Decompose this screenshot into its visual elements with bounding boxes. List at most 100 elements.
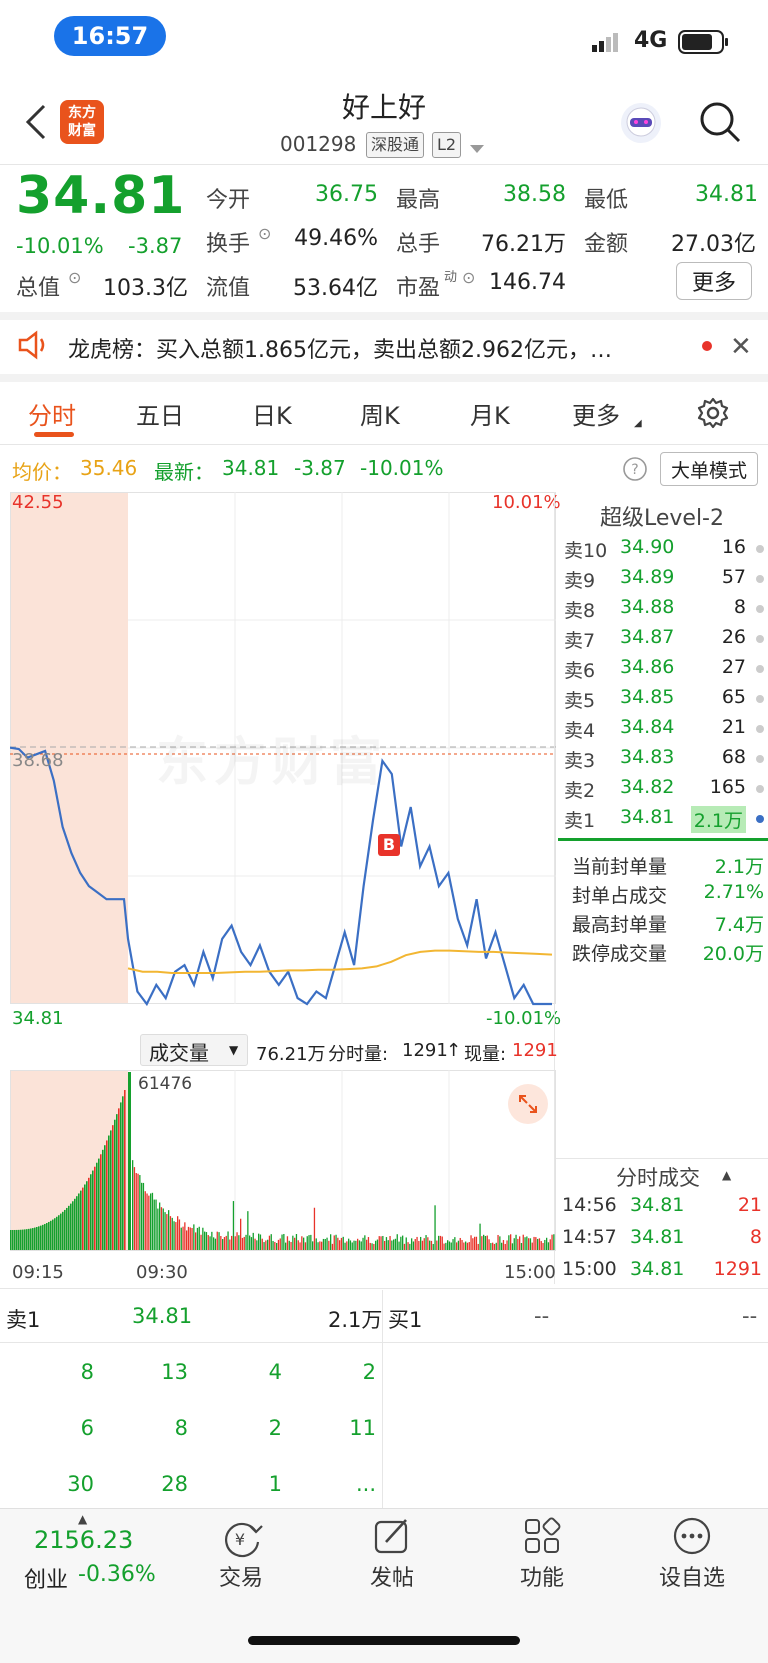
ask-row[interactable]: 卖7 34.87 26 [562, 626, 768, 654]
volume-bar [524, 1237, 526, 1250]
nav-add-watchlist[interactable]: 设自选 [632, 1560, 752, 1592]
signal-icon [592, 32, 622, 52]
ask-row[interactable]: 卖1 34.81 2.1万 [562, 806, 768, 834]
info-dots-icon[interactable]: ⊙ [258, 224, 271, 243]
robot-assistant-icon[interactable] [618, 100, 664, 150]
y-bottom-label: 34.81 [12, 1008, 64, 1029]
volume-bar [360, 1241, 362, 1250]
chevron-down-icon[interactable] [470, 140, 484, 159]
tab-intraday[interactable]: 分时 [28, 396, 76, 431]
volume-bar [486, 1235, 488, 1250]
index-value[interactable]: 2156.23 [34, 1526, 133, 1554]
level2-title[interactable]: 超级Level-2 [556, 500, 768, 532]
volume-bar [223, 1237, 226, 1250]
y-top-label: 42.55 [12, 492, 64, 513]
index-change[interactable]: -0.36% [78, 1562, 156, 1587]
ask-row[interactable]: 卖4 34.84 21 [562, 716, 768, 744]
ask-row[interactable]: 卖10 34.90 16 [562, 536, 768, 564]
volume-bar [184, 1222, 186, 1250]
volume-bar [423, 1238, 425, 1250]
gear-icon[interactable] [696, 396, 730, 434]
close-icon[interactable]: ✕ [730, 332, 752, 362]
ask-label: 卖10 [564, 540, 608, 562]
ask-row[interactable]: 卖9 34.89 57 [562, 566, 768, 594]
volume-bar [405, 1237, 407, 1250]
ask-volume: 8 [733, 596, 746, 618]
volume-bar [389, 1236, 391, 1250]
ask-dot-icon [756, 605, 764, 613]
ask-dot-icon [756, 815, 764, 823]
connect-tag: 深股通 [366, 132, 425, 158]
volume-selector[interactable]: 成交量 ▼ [140, 1034, 248, 1066]
volume-bar [272, 1240, 274, 1250]
volume-bar [267, 1239, 269, 1250]
volume-chart[interactable] [10, 1070, 556, 1258]
volume-bar [198, 1226, 200, 1250]
ask-row[interactable]: 卖6 34.86 27 [562, 656, 768, 684]
expand-icon[interactable] [508, 1084, 548, 1124]
volume-bar [470, 1235, 472, 1250]
ask-price: 34.83 [620, 746, 675, 768]
volume-bar [187, 1226, 190, 1250]
volume-bar [328, 1240, 330, 1250]
up-arrow-icon: ↑ [446, 1040, 462, 1061]
caret-up-icon: ▲ [78, 1512, 88, 1526]
volume-bar [268, 1235, 271, 1250]
nav-post[interactable]: 发帖 [332, 1560, 452, 1592]
tab-month-k[interactable]: 月K [470, 396, 510, 431]
more-button[interactable]: 更多 [676, 262, 752, 300]
nav-functions[interactable]: 功能 [482, 1560, 602, 1592]
help-icon[interactable]: ? [622, 456, 648, 486]
volume-bar [416, 1236, 418, 1250]
tab-more[interactable]: 更多 [572, 396, 620, 431]
volume-bar [409, 1243, 411, 1250]
ask-label: 卖9 [564, 570, 596, 592]
ask-row[interactable]: 卖2 34.82 165 [562, 776, 768, 804]
tab-day-k[interactable]: 日K [252, 396, 292, 431]
volume-bar [76, 1196, 78, 1250]
news-ticker[interactable]: 龙虎榜：买入总额1.865亿元，卖出总额2.962亿元，… [68, 332, 668, 364]
sell1-label: 卖1 [6, 1308, 41, 1332]
volume-bar [236, 1232, 238, 1250]
big-order-mode-button[interactable]: 大单模式 [660, 452, 758, 486]
tab-week-k[interactable]: 周K [360, 396, 400, 431]
more-dots-icon[interactable] [672, 1516, 712, 1560]
ask-row[interactable]: 卖5 34.85 65 [562, 686, 768, 714]
volume-bar [78, 1193, 80, 1250]
volume-bar [252, 1232, 254, 1250]
buy-marker[interactable]: B [378, 834, 400, 856]
ask-price: 34.87 [620, 626, 675, 648]
volume-bar [86, 1181, 88, 1250]
volume-bar [164, 1212, 166, 1250]
edit-icon[interactable] [372, 1516, 412, 1560]
grid-icon[interactable] [522, 1516, 562, 1560]
index-name[interactable]: 创业 [24, 1562, 68, 1594]
avg-label: 均价： [12, 460, 72, 484]
volume-bar [58, 1215, 60, 1250]
volume-bar [18, 1229, 20, 1250]
back-icon[interactable] [22, 102, 50, 146]
volume-bar [547, 1242, 550, 1250]
nav-trade[interactable]: 交易 [181, 1560, 301, 1592]
info-dots-icon[interactable]: ⊙ [68, 268, 81, 287]
trades-title[interactable]: 分时成交 [616, 1162, 700, 1192]
change-value: -3.87 [128, 234, 183, 258]
ask-row[interactable]: 卖3 34.83 68 [562, 746, 768, 774]
volume-bar [155, 1199, 157, 1250]
volume-bar [50, 1220, 52, 1250]
queue-order: ... [355, 1472, 376, 1496]
battery-icon [678, 30, 730, 58]
queue-order: 2 [362, 1360, 376, 1384]
yen-swap-icon[interactable]: ¥ [220, 1518, 264, 1562]
volume-bar [549, 1239, 551, 1250]
volume-bar [132, 1160, 134, 1250]
seal-label: 当前封单量 [572, 856, 668, 878]
volume-bar [96, 1162, 98, 1250]
volume-bar [445, 1242, 447, 1250]
search-icon[interactable] [698, 100, 742, 148]
info-dots-icon[interactable]: ⊙ [462, 268, 475, 287]
tab-five-day[interactable]: 五日 [136, 396, 184, 431]
ask-row[interactable]: 卖8 34.88 8 [562, 596, 768, 624]
ask-price: 34.81 [620, 806, 675, 828]
volume-bar [465, 1241, 467, 1250]
